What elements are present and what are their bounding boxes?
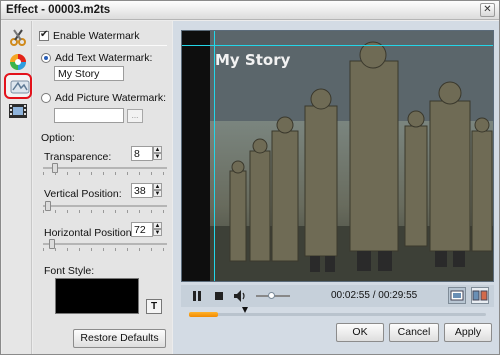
- title-bar: Effect - 00003.m2ts ✕: [1, 1, 499, 20]
- picture-watermark-radio[interactable]: [41, 93, 51, 103]
- enable-watermark-checkbox[interactable]: ✔: [39, 29, 49, 41]
- font-style-label: Font Style:: [44, 265, 95, 277]
- spin-down-icon[interactable]: ▼: [153, 229, 162, 236]
- timeline-track[interactable]: [189, 313, 486, 316]
- horizontal-position-slider[interactable]: [43, 239, 167, 251]
- watermark-guide-horizontal: [182, 45, 493, 46]
- spin-down-icon[interactable]: ▼: [153, 153, 162, 160]
- vertical-position-slider[interactable]: [43, 201, 167, 213]
- radio-selected-dot: [44, 56, 48, 60]
- volume-icon[interactable]: [233, 289, 247, 303]
- spin-up-icon[interactable]: ▲: [153, 183, 162, 190]
- video-preview: My Story: [181, 30, 494, 282]
- effect-toolbar: [2, 21, 32, 354]
- single-view-icon: [450, 290, 464, 301]
- slider-track: [43, 167, 167, 169]
- slider-track: [43, 243, 167, 245]
- trim-tool-icon: [10, 29, 26, 46]
- spin-up-icon[interactable]: ▲: [153, 222, 162, 229]
- option-heading: Option:: [41, 132, 75, 144]
- timeline[interactable]: [181, 307, 494, 322]
- timeline-progress: [189, 312, 218, 317]
- split-view-icon: [472, 290, 488, 301]
- enable-watermark-label: Enable Watermark: [53, 30, 140, 42]
- text-watermark-input[interactable]: My Story: [54, 66, 124, 81]
- current-time: 00:02:55: [331, 290, 370, 301]
- horizontal-position-label: Horizontal Position:: [44, 227, 135, 239]
- slider-ticks: [43, 172, 167, 175]
- watermark-tool-button[interactable]: [4, 73, 32, 99]
- vertical-position-value[interactable]: 38: [131, 183, 153, 198]
- cancel-button[interactable]: Cancel: [389, 323, 439, 342]
- transparence-slider[interactable]: [43, 163, 167, 175]
- apply-button[interactable]: Apply: [444, 323, 492, 342]
- browse-picture-button[interactable]: ...: [127, 109, 143, 123]
- original-view-button[interactable]: [448, 287, 466, 304]
- playhead-marker-icon[interactable]: [242, 307, 248, 313]
- font-style-button[interactable]: T: [146, 299, 162, 314]
- effect-dialog: Effect - 00003.m2ts ✕ ✔ Enable Watermark…: [0, 0, 500, 355]
- transparence-value[interactable]: 8: [131, 146, 153, 161]
- watermark-tool-icon: [10, 80, 30, 94]
- picture-watermark-label: Add Picture Watermark:: [55, 92, 167, 104]
- film-clip-icon: [9, 104, 27, 118]
- watermark-settings-panel: ✔ Enable Watermark Add Text Watermark: M…: [33, 21, 172, 354]
- film-clip-button[interactable]: [6, 101, 30, 123]
- horizontal-position-value[interactable]: 72: [131, 222, 153, 237]
- restore-defaults-button[interactable]: Restore Defaults: [73, 329, 166, 348]
- stop-icon[interactable]: [213, 290, 225, 302]
- slider-ticks: [43, 248, 167, 251]
- pause-icon[interactable]: [191, 290, 203, 302]
- spin-down-icon[interactable]: ▼: [153, 190, 162, 197]
- watermark-overlay-text[interactable]: My Story: [215, 51, 290, 69]
- vertical-position-spinner[interactable]: 38 ▲ ▼: [131, 183, 165, 198]
- time-separator: /: [372, 290, 376, 301]
- checkmark-icon: ✔: [40, 29, 49, 40]
- vertical-position-label: Vertical Position:: [44, 188, 122, 200]
- close-button[interactable]: ✕: [480, 3, 495, 17]
- player-controls: 00:02:55 / 00:29:55: [181, 285, 494, 307]
- playback-time: 00:02:55 / 00:29:55: [331, 290, 417, 301]
- picture-watermark-path-input[interactable]: [54, 108, 124, 123]
- text-watermark-label: Add Text Watermark:: [55, 52, 153, 64]
- trim-tool-button[interactable]: [6, 27, 30, 49]
- volume-slider-thumb[interactable]: [268, 292, 275, 299]
- color-adjust-button[interactable]: [6, 51, 30, 73]
- transparence-spinner[interactable]: 8 ▲ ▼: [131, 146, 165, 161]
- horizontal-position-spinner[interactable]: 72 ▲ ▼: [131, 222, 165, 237]
- total-time: 00:29:55: [378, 290, 418, 301]
- transparence-label: Transparence:: [44, 151, 112, 163]
- window-title: Effect - 00003.m2ts: [6, 4, 111, 16]
- slider-ticks: [43, 210, 167, 213]
- preview-area: My Story 00:02:55 / 00:29:55 OK Cancel A…: [173, 21, 499, 354]
- font-style-preview: [55, 278, 139, 314]
- text-watermark-radio[interactable]: [41, 53, 51, 63]
- compare-view-button[interactable]: [471, 287, 489, 304]
- slider-track: [43, 205, 167, 207]
- divider: [37, 45, 167, 46]
- color-wheel-icon: [10, 54, 26, 70]
- spin-up-icon[interactable]: ▲: [153, 146, 162, 153]
- ok-button[interactable]: OK: [336, 323, 384, 342]
